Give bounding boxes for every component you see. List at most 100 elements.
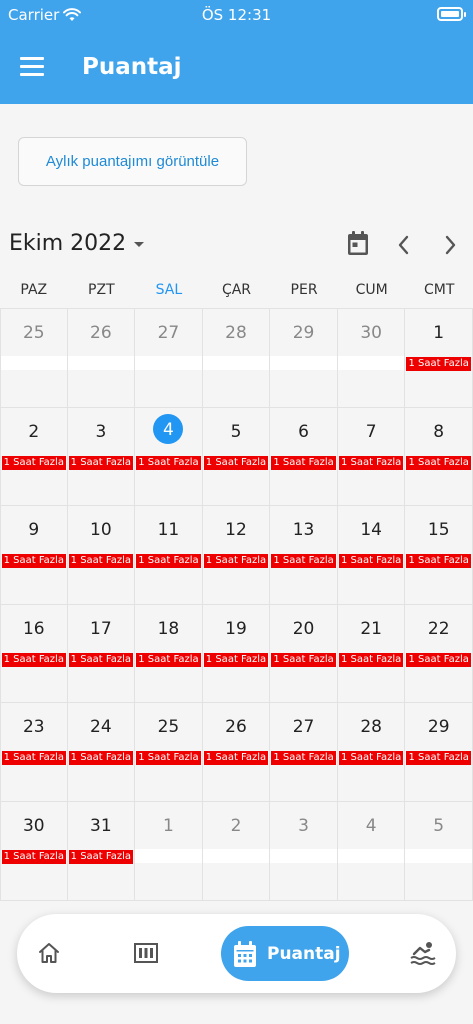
calendar-day[interactable]: 25 [0, 309, 68, 408]
overtime-badge: 1 Saat Fazla [338, 554, 404, 569]
calendar-day[interactable]: 9 1 Saat Fazla [0, 506, 68, 605]
calendar-day[interactable]: 29 [270, 309, 338, 408]
chevron-right-icon[interactable] [440, 234, 460, 256]
day-number: 28 [360, 717, 382, 738]
overtime-badge: 1 Saat Fazla [2, 751, 66, 766]
day-number: 10 [90, 520, 112, 541]
calendar-day[interactable]: 19 1 Saat Fazla [202, 604, 271, 704]
weekday-3: ÇAR [221, 282, 252, 298]
calendar-day[interactable]: 4 [337, 801, 406, 901]
battery-icon [437, 7, 466, 21]
overtime-badge: 1 Saat Fazla [136, 455, 201, 470]
calendar-day[interactable]: 1 1 Saat Fazla [405, 309, 473, 408]
calendar-day[interactable]: 30 [337, 309, 406, 408]
overtime-badge: 1 Saat Fazla [68, 751, 134, 766]
day-number: 27 [157, 323, 180, 343]
empty-badge-slot [270, 356, 337, 370]
day-number: 28 [225, 323, 247, 343]
overtime-badge: 1 Saat Fazla [203, 455, 269, 470]
calendar-day[interactable]: 28 [202, 309, 271, 408]
day-number: 19 [225, 618, 247, 639]
overtime-badge: 1 Saat Fazla [271, 554, 336, 569]
day-number: 1 [433, 323, 445, 343]
overtime-badge: 1 Saat Fazla [338, 455, 404, 470]
calendar-day[interactable]: 28 1 Saat Fazla [337, 703, 406, 802]
calendar-day[interactable]: 22 1 Saat Fazla [405, 604, 473, 704]
calendar-day[interactable]: 13 1 Saat Fazla [270, 506, 338, 605]
calendar-day[interactable]: 23 1 Saat Fazla [0, 703, 68, 802]
calendar-day[interactable]: 17 1 Saat Fazla [67, 604, 136, 704]
calendar-grid: 25 26 27 28 29 30 1 1 Saat Fazla 2 1 Saat Fazla 3 1… [0, 308, 473, 901]
calendar-day[interactable]: 26 1 Saat Fazla [202, 703, 271, 802]
calendar-day[interactable]: 6 1 Saat Fazla [270, 407, 338, 507]
overtime-badge: 1 Saat Fazla [406, 357, 471, 371]
month-selector[interactable]: Ekim 2022 [9, 231, 145, 256]
day-number: 23 [22, 717, 45, 738]
calendar-day[interactable]: 3 [270, 801, 338, 901]
board-icon[interactable] [133, 941, 159, 965]
day-number: 3 [95, 421, 107, 442]
calendar-day[interactable]: 18 1 Saat Fazla [135, 604, 203, 704]
day-number: 4 [365, 815, 377, 836]
overtime-badge: 1 Saat Fazla [68, 554, 134, 569]
calendar-day[interactable]: 1 [135, 801, 203, 901]
overtime-badge: 1 Saat Fazla [2, 455, 66, 470]
bottom-navigation: Puantaj [17, 914, 456, 993]
swimmer-icon[interactable] [410, 939, 436, 967]
calendar-day[interactable]: 16 1 Saat Fazla [0, 604, 68, 704]
calendar-day[interactable]: 21 1 Saat Fazla [337, 604, 406, 704]
calendar-day[interactable]: 3 1 Saat Fazla [67, 407, 136, 507]
calendar-day[interactable]: 14 1 Saat Fazla [337, 506, 406, 605]
calendar-day-today[interactable]: 4 1 Saat Fazla [135, 407, 203, 507]
empty-badge-slot [135, 848, 202, 863]
day-number: 9 [28, 520, 40, 541]
overtime-badge: 1 Saat Fazla [2, 849, 66, 864]
day-number: 13 [292, 520, 315, 541]
calendar-day[interactable]: 26 [67, 309, 136, 408]
day-number: 29 [292, 323, 315, 343]
status-bar: Carrier ÖS 12:31 [0, 0, 473, 30]
empty-badge-slot [135, 356, 202, 370]
home-icon[interactable] [37, 941, 61, 965]
calendar-day[interactable]: 27 [135, 309, 203, 408]
calendar-day[interactable]: 12 1 Saat Fazla [202, 506, 271, 605]
calendar-day[interactable]: 5 1 Saat Fazla [202, 407, 271, 507]
overtime-badge: 1 Saat Fazla [136, 652, 201, 667]
overtime-badge: 1 Saat Fazla [2, 652, 66, 667]
chevron-left-icon[interactable] [394, 234, 414, 256]
day-number: 25 [157, 717, 180, 738]
weekday-6: CMT [424, 282, 455, 298]
day-number: 29 [427, 717, 450, 738]
monthly-timesheet-button[interactable]: Aylık puantajımı görüntüle [18, 137, 247, 186]
status-time: ÖS 12:31 [201, 6, 272, 24]
menu-icon[interactable] [20, 57, 44, 77]
overtime-badge: 1 Saat Fazla [338, 751, 404, 766]
day-number: 31 [90, 815, 112, 836]
month-label: Ekim 2022 [9, 231, 127, 256]
calendar-day[interactable]: 2 1 Saat Fazla [0, 407, 68, 507]
day-number: 21 [360, 618, 382, 639]
empty-badge-slot [405, 848, 472, 863]
calendar-day[interactable]: 11 1 Saat Fazla [135, 506, 203, 605]
day-number: 4 [163, 419, 174, 440]
calendar-day[interactable]: 5 [405, 801, 473, 901]
calendar-day[interactable]: 25 1 Saat Fazla [135, 703, 203, 802]
calendar-today-icon[interactable] [347, 230, 369, 256]
day-number: 12 [225, 520, 247, 541]
calendar-day[interactable]: 20 1 Saat Fazla [270, 604, 338, 704]
calendar-day[interactable]: 31 1 Saat Fazla [67, 801, 136, 901]
nav-item-puantaj[interactable]: Puantaj [221, 926, 349, 981]
calendar-day[interactable]: 7 1 Saat Fazla [337, 407, 406, 507]
calendar-day[interactable]: 8 1 Saat Fazla [405, 407, 473, 507]
day-number: 24 [90, 717, 112, 738]
calendar-day[interactable]: 10 1 Saat Fazla [67, 506, 136, 605]
calendar-day[interactable]: 24 1 Saat Fazla [67, 703, 136, 802]
calendar-day[interactable]: 27 1 Saat Fazla [270, 703, 338, 802]
calendar-day[interactable]: 30 1 Saat Fazla [0, 801, 68, 901]
empty-badge-slot [202, 848, 270, 863]
calendar-day[interactable]: 2 [202, 801, 271, 901]
calendar-day[interactable]: 15 1 Saat Fazla [405, 506, 473, 605]
weekday-1: PZT [88, 282, 115, 298]
day-number: 7 [365, 421, 377, 442]
calendar-day[interactable]: 29 1 Saat Fazla [405, 703, 473, 802]
